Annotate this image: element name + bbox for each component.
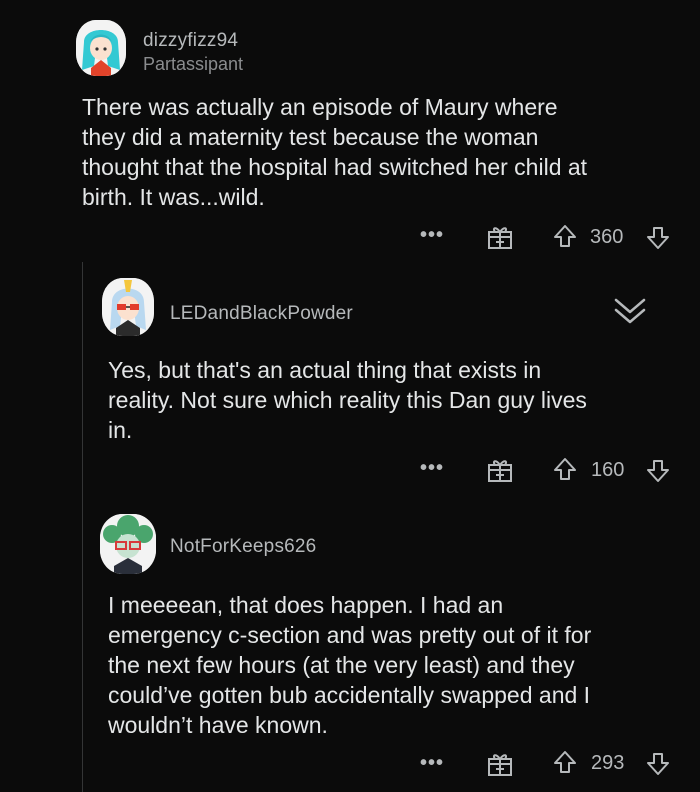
comment-text-line: I meeeean, that does happen. I had an: [108, 592, 504, 618]
comment-text-line: birth. It was...wild.: [82, 184, 265, 210]
avatar-image: [76, 20, 126, 76]
avatar-image: [102, 278, 154, 336]
avatar-image: [100, 514, 156, 574]
more-options-button[interactable]: •••: [420, 224, 444, 247]
comment-author[interactable]: LEDandBlackPowder: [170, 303, 353, 325]
comment-dizzyfizz94: dizzyfizz94 Partassipant There was actua…: [0, 0, 700, 260]
comment-body: There was actually an episode of Maury w…: [82, 92, 587, 212]
comment-body: I meeeean, that does happen. I had an em…: [108, 590, 591, 740]
gift-icon[interactable]: [487, 751, 513, 777]
downvote-arrow-icon[interactable]: [646, 752, 670, 776]
comment-NotForKeeps626: NotForKeeps626 I meeeean, that does happ…: [0, 500, 700, 792]
gift-icon[interactable]: [487, 457, 513, 483]
chevron-double-down-icon[interactable]: [610, 292, 650, 332]
comment-text-line: reality. Not sure which reality this Dan…: [108, 387, 587, 413]
comment-text-line: in.: [108, 417, 133, 443]
comment-text-line: Yes, but that's an actual thing that exi…: [108, 357, 542, 383]
comment-body: Yes, but that's an actual thing that exi…: [108, 355, 587, 445]
comment-text-line: the next few hours (at the very least) a…: [108, 652, 575, 678]
avatar[interactable]: [100, 514, 156, 574]
avatar[interactable]: [102, 278, 154, 336]
avatar[interactable]: [76, 20, 126, 76]
downvote-arrow-icon[interactable]: [646, 226, 670, 250]
upvote-arrow-icon[interactable]: [553, 457, 577, 481]
comment-text-line: emergency c-section and was pretty out o…: [108, 622, 592, 648]
comment-author[interactable]: dizzyfizz94: [143, 30, 238, 52]
vote-score: 160: [591, 459, 625, 481]
upvote-arrow-icon[interactable]: [553, 750, 577, 774]
gift-icon[interactable]: [487, 224, 513, 250]
more-options-button[interactable]: •••: [420, 752, 444, 775]
comment-text-line: wouldn’t have known.: [108, 712, 328, 738]
vote-score: 293: [591, 752, 625, 774]
comment-text-line: they did a maternity test because the wo…: [82, 124, 539, 150]
upvote-arrow-icon[interactable]: [553, 224, 577, 248]
more-options-button[interactable]: •••: [420, 457, 444, 480]
comment-text-line: could’ve gotten bub accidentally swapped…: [108, 682, 591, 708]
vote-score: 360: [590, 226, 624, 248]
comment-author[interactable]: NotForKeeps626: [170, 536, 316, 558]
downvote-arrow-icon[interactable]: [646, 459, 670, 483]
comment-text-line: There was actually an episode of Maury w…: [82, 94, 558, 120]
comment-LEDandBlackPowder: LEDandBlackPowder Yes, but that's an act…: [0, 262, 700, 492]
comment-text-line: thought that the hospital had switched h…: [82, 154, 588, 180]
user-flair: Partassipant: [143, 54, 244, 74]
